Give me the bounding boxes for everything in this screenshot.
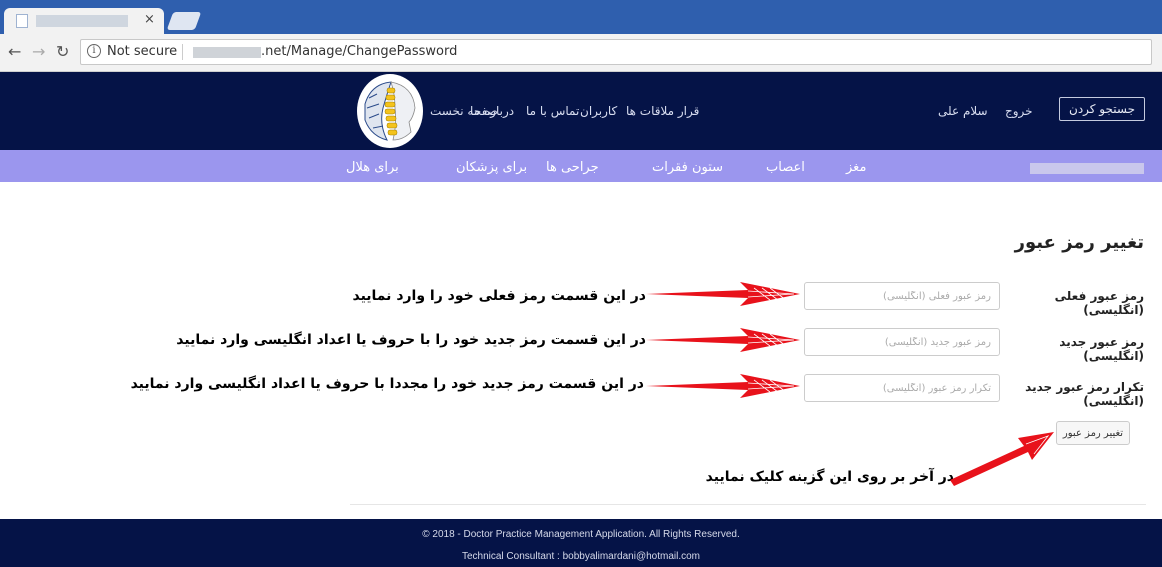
annotation-confirm-password: در این قسمت رمز جدید خود را مجددا با حرو… [130, 376, 644, 392]
annotation-current-password: در این قسمت رمز فعلی خود را وارد نمایید [352, 288, 646, 304]
category-brain[interactable]: مغز [846, 160, 866, 175]
category-for-helal[interactable]: برای هلال [346, 160, 399, 175]
nav-appointments[interactable]: قرار ملاقات ها [626, 104, 699, 118]
annotation-new-password: در این قسمت رمز جدید خود را با حروف یا ا… [176, 332, 646, 348]
site-footer: © 2018 - Doctor Practice Management Appl… [0, 519, 1162, 567]
back-arrow-icon[interactable]: ← [8, 42, 21, 61]
arrow-icon [646, 282, 800, 306]
tab-title-redacted [36, 15, 128, 27]
footer-copyright: © 2018 - Doctor Practice Management Appl… [422, 529, 740, 540]
user-greeting[interactable]: سلام علی [938, 104, 988, 118]
nav-users[interactable]: کاربران [580, 104, 617, 118]
brand-redacted [1030, 163, 1144, 174]
confirm-password-input[interactable] [804, 374, 1000, 402]
current-password-label: رمز عبور فعلی (انگلیسی) [1054, 289, 1144, 317]
category-for-doctors[interactable]: برای پزشکان [456, 160, 527, 175]
browser-tab-strip: × [0, 0, 1162, 34]
search-button[interactable]: جستجو کردن [1059, 97, 1145, 121]
logout-link[interactable]: خروج [1005, 104, 1033, 118]
new-tab-button[interactable] [166, 12, 202, 30]
spine-logo[interactable] [357, 74, 423, 148]
new-password-label: رمز عبور جدید (انگلیسی) [1059, 335, 1144, 363]
nav-home[interactable]: صفحه نخست [430, 104, 498, 118]
change-password-button[interactable]: تغییر رمز عبور [1056, 421, 1130, 445]
category-surgeries[interactable]: جراحی ها [546, 160, 599, 175]
url-path: .net/Manage/ChangePassword [261, 44, 458, 59]
content-divider [350, 504, 1146, 505]
page-title: تغییر رمز عبور [1014, 232, 1144, 253]
page-icon [16, 14, 28, 28]
tab-close-icon[interactable]: × [144, 12, 155, 27]
arrow-icon [646, 374, 800, 398]
arrow-icon [950, 432, 1054, 486]
reload-icon[interactable]: ↻ [56, 42, 69, 61]
current-password-input[interactable] [804, 282, 1000, 310]
arrow-icon [646, 328, 800, 352]
category-spine[interactable]: ستون فقرات [652, 160, 723, 175]
address-bar[interactable]: i Not secure .net/Manage/ChangePassword [80, 39, 1152, 65]
confirm-password-label: تکرار رمز عبور جدید (انگلیسی) [1025, 380, 1144, 408]
category-nerves[interactable]: اعصاب [766, 160, 805, 175]
browser-toolbar: ← → ↻ i Not secure .net/Manage/ChangePas… [0, 34, 1162, 72]
url-domain-redacted [193, 47, 261, 58]
footer-consultant: Technical Consultant : bobbyalimardani@h… [461, 551, 701, 562]
address-divider [182, 44, 183, 60]
nav-contact[interactable]: تماس با ما [526, 104, 579, 118]
annotation-submit: در آخر بر روی این گزینه کلیک نمایید [705, 469, 954, 485]
browser-tab[interactable]: × [4, 8, 164, 34]
info-icon[interactable]: i [87, 44, 101, 58]
security-label: Not secure [107, 44, 178, 59]
new-password-input[interactable] [804, 328, 1000, 356]
forward-arrow-icon[interactable]: → [32, 42, 45, 61]
